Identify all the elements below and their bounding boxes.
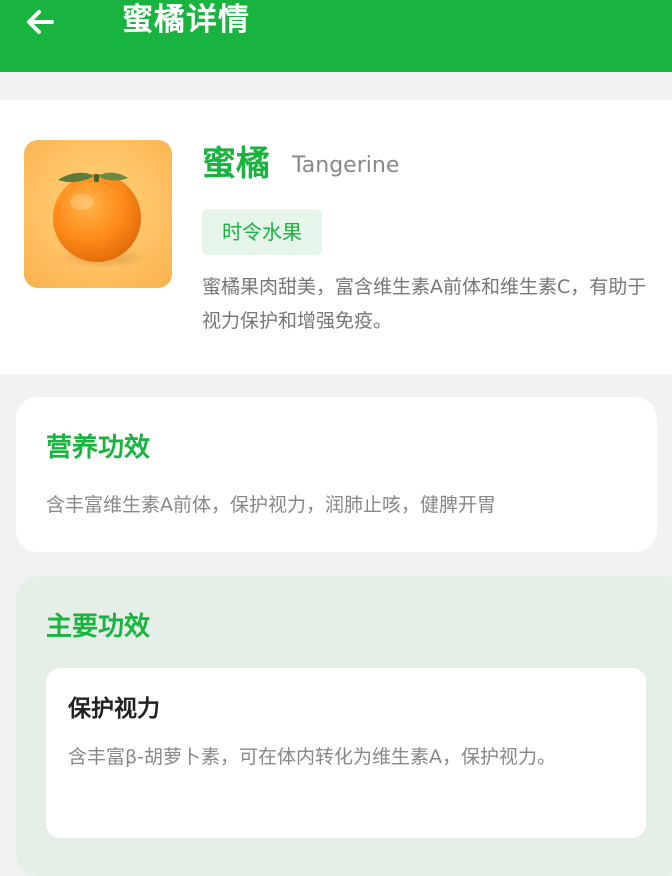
nutrition-title: 营养功效 xyxy=(46,433,151,463)
page-title: 蜜橘详情 xyxy=(122,2,250,38)
main-effects-title: 主要功效 xyxy=(46,612,151,642)
fruit-image xyxy=(24,140,172,288)
back-button[interactable] xyxy=(18,2,62,42)
arrow-left-icon xyxy=(27,10,54,34)
fruit-name: 蜜橘 xyxy=(202,144,270,184)
fruit-english-name: Tangerine xyxy=(292,153,400,178)
effect-item-description: 含丰富β-胡萝卜素，可在体内转化为维生素A，保护视力。 xyxy=(68,746,556,768)
app-bar: 蜜橘详情 xyxy=(0,0,672,72)
effect-item-title: 保护视力 xyxy=(68,696,160,722)
nutrition-card xyxy=(16,397,657,552)
nutrition-text: 含丰富维生素A前体，保护视力，润肺止咳，健脾开胃 xyxy=(46,494,496,516)
fruit-description: 蜜橘果肉甜美，富含维生素A前体和维生素C，有助于视力保护和增强免疫。 xyxy=(202,276,647,332)
tangerine-illustration xyxy=(53,172,150,268)
season-tag: 时令水果 xyxy=(202,209,322,255)
